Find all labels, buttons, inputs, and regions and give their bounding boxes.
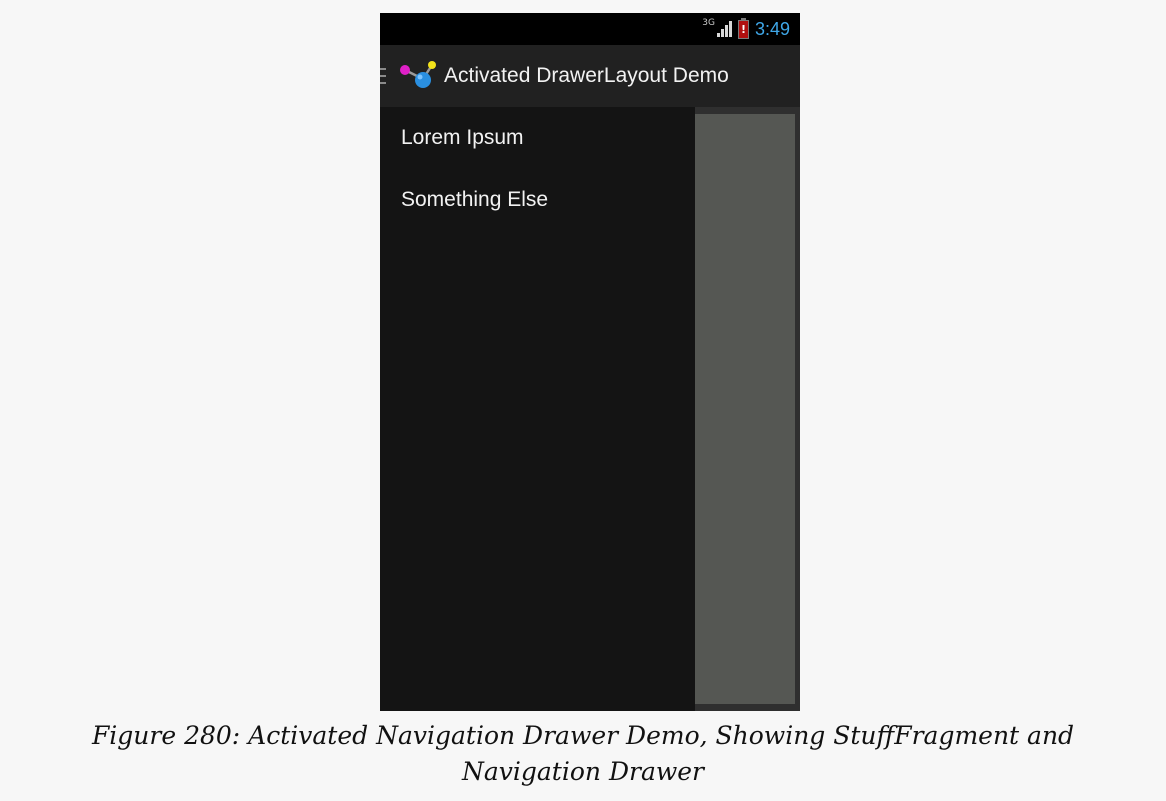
action-bar: Activated DrawerLayout Demo <box>380 45 800 107</box>
drawer-item-lorem-ipsum[interactable]: Lorem Ipsum <box>380 107 695 169</box>
drawer-indicator-icon[interactable] <box>380 45 388 107</box>
app-logo-icon[interactable] <box>398 59 438 93</box>
figure-caption-line-1: Figure 280: Activated Navigation Drawer … <box>91 721 1075 750</box>
app-title: Activated DrawerLayout Demo <box>444 64 729 87</box>
signal-icon <box>716 21 732 37</box>
network-type-label: 3G <box>702 18 715 28</box>
figure-caption: Figure 280: Activated Navigation Drawer … <box>0 718 1166 790</box>
device-screen: 3G 3:49 Activated DrawerLayout Demo This… <box>380 13 800 711</box>
status-bar: 3G 3:49 <box>380 13 800 45</box>
drawer-item-something-else[interactable]: Something Else <box>380 169 695 231</box>
figure-caption-line-2: Navigation Drawer <box>462 757 704 786</box>
battery-alert-icon <box>737 17 749 39</box>
navigation-drawer: Lorem Ipsum Something Else <box>380 107 695 711</box>
status-clock: 3:49 <box>754 18 790 39</box>
status-icons: 3G 3:49 <box>702 17 790 41</box>
